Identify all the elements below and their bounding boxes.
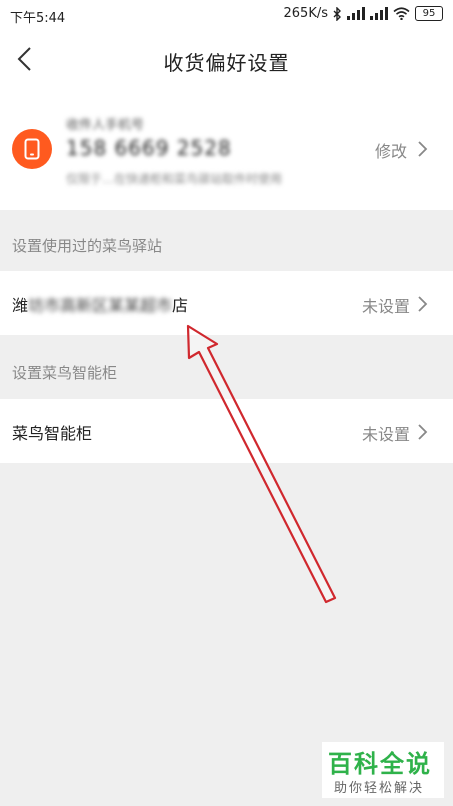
watermark-subtitle: 助你轻松解决 <box>334 781 425 796</box>
battery-indicator: 95 <box>415 6 443 21</box>
status-bar: 下午5:44 265K/s 95 <box>0 0 453 30</box>
watermark-title: 百科全说 <box>328 750 432 778</box>
chevron-right-icon <box>418 424 428 440</box>
network-speed: 265K/s <box>283 6 329 21</box>
section-header-cabinet: 设置菜鸟智能柜 <box>12 364 118 382</box>
bluetooth-icon <box>333 6 341 21</box>
wifi-icon <box>393 7 410 20</box>
page-title: 收货偏好设置 <box>163 51 290 75</box>
phone-badge <box>12 129 52 169</box>
contact-card[interactable]: 收件人手机号 158 6669 2528 仅限于…在快递柜和菜鸟驿站取件时使用 … <box>0 88 453 210</box>
section-header-station: 设置使用过的菜鸟驿站 <box>12 237 163 255</box>
chevron-right-icon <box>418 296 428 312</box>
station-name-prefix: 潍 <box>12 296 29 315</box>
cabinet-row-value: 未设置 <box>361 425 410 444</box>
nav-bar: 收货偏好设置 <box>0 30 453 88</box>
station-row-title: 潍坊市高新区某某超市店 <box>12 292 188 316</box>
contact-phone: 158 6669 2528 <box>66 136 232 160</box>
phone-icon <box>24 138 40 160</box>
station-name-suffix: 店 <box>172 296 189 315</box>
signal-icon <box>347 7 365 20</box>
signal-icon-2 <box>370 7 388 20</box>
status-icons: 265K/s 95 <box>283 6 443 21</box>
cabinet-row-title: 菜鸟智能柜 <box>12 424 93 443</box>
contact-label: 收件人手机号 <box>66 118 145 133</box>
modify-label[interactable]: 修改 <box>375 138 407 162</box>
cabinet-row[interactable]: 菜鸟智能柜 未设置 <box>0 399 453 463</box>
station-row[interactable]: 潍坊市高新区某某超市店 未设置 <box>0 271 453 335</box>
chevron-right-icon <box>418 141 428 157</box>
station-row-value: 未设置 <box>361 297 410 316</box>
status-time: 下午5:44 <box>10 11 66 26</box>
station-name-blurred: 坊市高新区某某超市 <box>28 296 173 315</box>
watermark-logo: 百科全说 助你轻松解决 <box>322 742 444 798</box>
contact-note: 仅限于…在快递柜和菜鸟驿站取件时使用 <box>66 172 283 186</box>
